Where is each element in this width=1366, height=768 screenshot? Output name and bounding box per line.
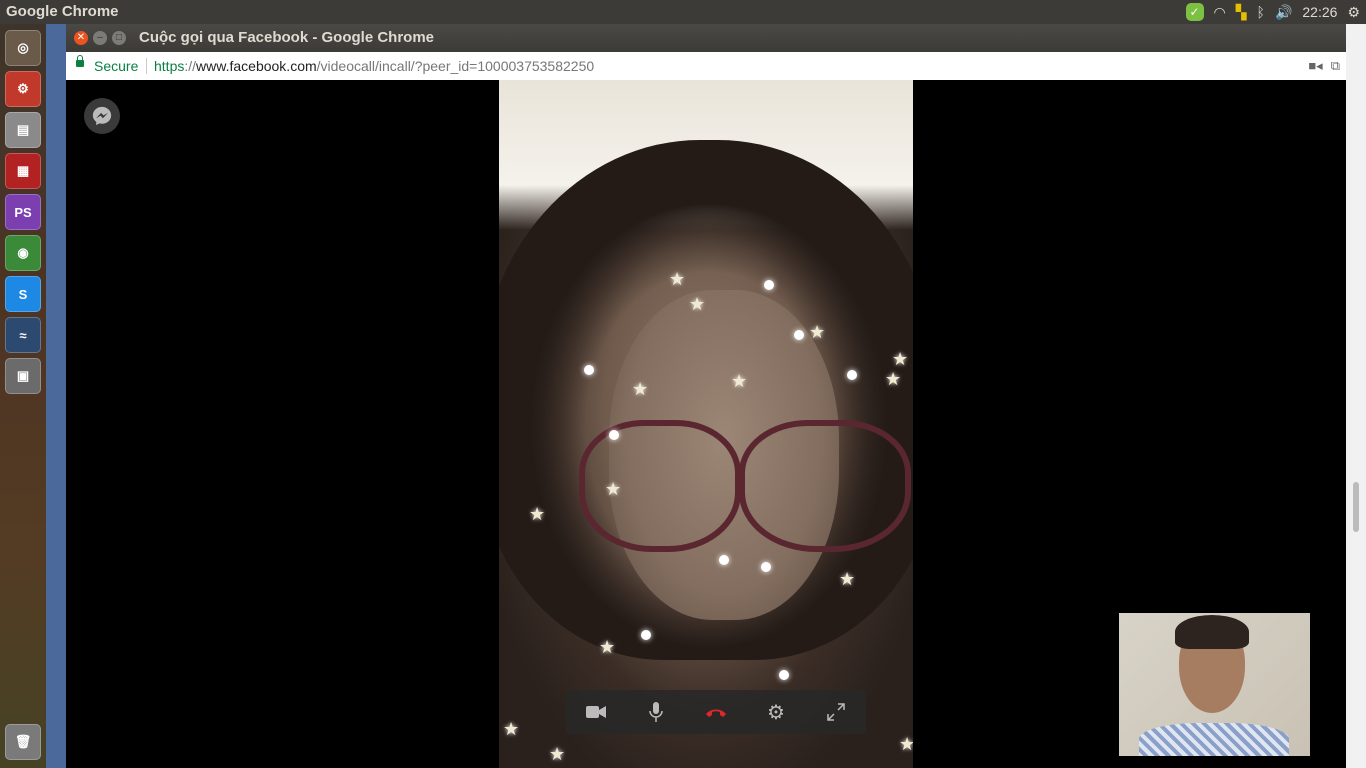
sparkle-dot <box>761 562 771 572</box>
sparkle-star: ★ <box>892 349 909 369</box>
sparkle-dot <box>641 630 651 640</box>
microphone-icon <box>649 702 663 722</box>
active-app-name: Google Chrome <box>6 3 119 20</box>
window-titlebar: ✕ – □ Cuộc gọi qua Facebook - Google Chr… <box>66 24 1346 52</box>
sparkle-star: ★ <box>885 369 902 389</box>
files-icon[interactable]: ▤ <box>5 112 41 148</box>
video-camera-icon <box>586 706 606 718</box>
clock[interactable]: 22:26 <box>1302 4 1337 20</box>
page-scrollbar[interactable] <box>1346 24 1366 768</box>
chrome-window: ✕ – □ Cuộc gọi qua Facebook - Google Chr… <box>66 24 1346 768</box>
url-path: /videocall/incall/?peer_id=1000037535822… <box>316 58 595 74</box>
security-label[interactable]: Secure <box>94 58 138 74</box>
close-window-button[interactable]: ✕ <box>74 31 88 45</box>
sparkle-dot <box>779 670 789 680</box>
lock-icon <box>76 55 84 67</box>
end-call-button[interactable] <box>700 696 732 728</box>
sparkle-star: ★ <box>899 734 913 754</box>
sparkle-dot <box>719 555 729 565</box>
url-host: www.facebook.com <box>196 58 317 74</box>
system-top-panel: Google Chrome ✓ ◠ ▚ ᛒ 🔊 22:26 ⚙ <box>0 0 1366 24</box>
system-tray: ✓ ◠ ▚ ᛒ 🔊 22:26 ⚙ <box>1185 0 1360 24</box>
maximize-window-button[interactable]: □ <box>112 31 126 45</box>
workspaces-icon[interactable]: ▣ <box>5 358 41 394</box>
remote-video: ★ ★ ★ ★ ★ ★ ★ ★ ★ ★ ★ ★ ★ ★ <box>499 80 913 768</box>
sparkle-star: ★ <box>549 744 566 764</box>
unity-launcher: ◎ ⚙ ▤ ▦ PS ◉ S ≈ ▣ 🗑 <box>0 24 46 768</box>
translate-icon[interactable]: ⧉ <box>1331 58 1340 74</box>
sparkle-star: ★ <box>809 322 826 342</box>
bluetooth-icon[interactable]: ᛒ <box>1257 4 1265 20</box>
sparkle-dot <box>764 280 774 290</box>
sparkle-star: ★ <box>839 569 856 589</box>
sparkle-star: ★ <box>605 479 622 499</box>
sparkle-dot <box>847 370 857 380</box>
sparkle-star: ★ <box>632 379 649 399</box>
network-indicator-icon[interactable]: ▚ <box>1236 4 1247 21</box>
system-gear-icon[interactable]: ⚙ <box>1347 4 1360 21</box>
address-bar[interactable]: Secure https://www.facebook.com/videocal… <box>66 52 1346 81</box>
hang-up-icon <box>706 709 726 717</box>
sparkle-star: ★ <box>599 637 616 657</box>
remote-glasses <box>579 420 741 552</box>
sparkle-star: ★ <box>731 371 748 391</box>
sparkle-dot <box>609 430 619 440</box>
gear-icon: ⚙ <box>767 701 785 724</box>
sparkle-star: ★ <box>689 294 706 314</box>
camera-permission-icon[interactable]: ■◂ <box>1308 58 1322 74</box>
sparkle-star: ★ <box>669 269 686 289</box>
sparkle-star: ★ <box>529 504 546 524</box>
video-call-area: ★ ★ ★ ★ ★ ★ ★ ★ ★ ★ ★ ★ ★ ★ ⚙ <box>66 80 1346 768</box>
trash-icon[interactable]: 🗑 <box>5 724 41 760</box>
address-bar-icons: ■◂ ⧉ <box>1308 58 1340 74</box>
settings-tools-icon[interactable]: ⚙ <box>5 71 41 107</box>
address-separator <box>146 58 147 74</box>
sparkle-dot <box>584 365 594 375</box>
scrollbar-thumb[interactable] <box>1353 482 1359 532</box>
url-scheme-separator: :// <box>184 58 197 74</box>
background-window-strip <box>46 24 66 768</box>
call-controls: ⚙ <box>566 690 866 734</box>
chrome-icon[interactable]: ◉ <box>5 235 41 271</box>
url-scheme: https <box>154 58 185 74</box>
camera-toggle-button[interactable] <box>580 696 612 728</box>
ubuntu-dash-icon[interactable]: ◎ <box>5 30 41 66</box>
minimize-window-button[interactable]: – <box>93 31 107 45</box>
messenger-icon[interactable] <box>84 98 120 134</box>
volume-icon[interactable]: 🔊 <box>1275 4 1292 21</box>
mute-button[interactable] <box>640 696 672 728</box>
fullscreen-button[interactable] <box>820 696 852 728</box>
url-text[interactable]: https://www.facebook.com/videocall/incal… <box>154 58 594 74</box>
phpstorm-icon[interactable]: PS <box>5 194 41 230</box>
skype-icon[interactable]: S <box>5 276 41 312</box>
call-settings-button[interactable]: ⚙ <box>760 696 792 728</box>
wifi-icon[interactable]: ◠ <box>1214 4 1226 21</box>
self-view-video[interactable] <box>1119 613 1310 756</box>
update-shield-icon[interactable]: ✓ <box>1185 3 1204 21</box>
sparkle-star: ★ <box>503 719 520 739</box>
mysql-workbench-icon[interactable]: ≈ <box>5 317 41 353</box>
presentation-icon[interactable]: ▦ <box>5 153 41 189</box>
expand-icon <box>827 703 845 721</box>
window-title: Cuộc gọi qua Facebook - Google Chrome <box>139 29 435 46</box>
sparkle-dot <box>794 330 804 340</box>
